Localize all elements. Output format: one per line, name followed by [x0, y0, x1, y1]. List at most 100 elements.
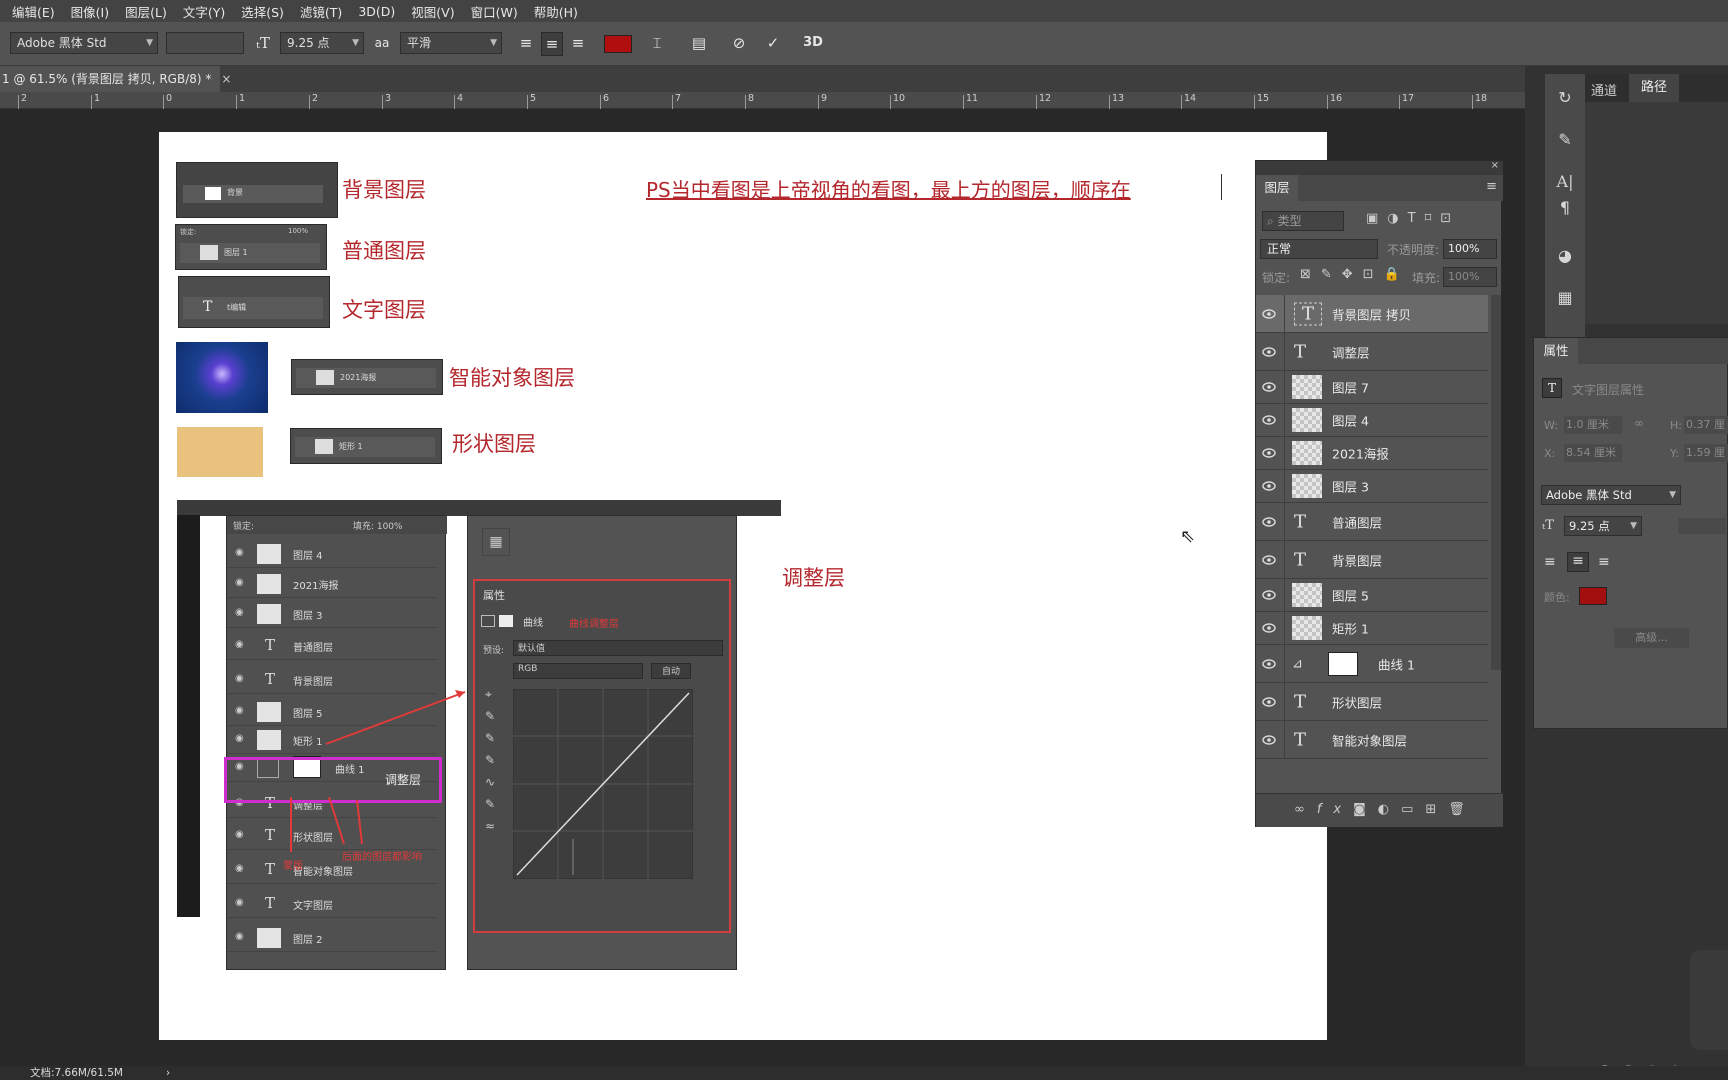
opacity-input[interactable]: 100% [1443, 239, 1497, 259]
document-tab[interactable]: 1 @ 61.5% (背景图层 拷贝, RGB/8) * × [0, 66, 231, 92]
fx-button[interactable]: fx [1317, 802, 1353, 817]
commit-icon[interactable]: ✓ [762, 32, 784, 54]
new-layer-icon[interactable]: ⊞ [1425, 802, 1448, 817]
mask-thumb[interactable] [1328, 651, 1358, 676]
h-input[interactable]: 0.37 厘 [1684, 416, 1728, 434]
shape-layer-thumb [1292, 616, 1322, 640]
menu-select[interactable]: 选择(S) [233, 2, 292, 21]
eye-icon[interactable] [1262, 623, 1276, 633]
y-input[interactable]: 1.59 厘 [1684, 444, 1728, 462]
font-style-select[interactable] [166, 32, 244, 54]
eye-icon[interactable] [1262, 696, 1276, 707]
cancel-icon[interactable]: ⊘ [728, 32, 750, 54]
layer-row[interactable]: T 背景图层 [1256, 541, 1488, 579]
layer-row[interactable]: T 智能对象图层 [1256, 721, 1488, 759]
eye-icon[interactable] [1262, 308, 1276, 319]
character-icon[interactable]: A| [1545, 172, 1585, 191]
3d-button[interactable]: 3D [800, 32, 826, 54]
w-input[interactable]: 1.0 厘米 [1564, 416, 1622, 434]
align-left-icon[interactable]: ≡ [516, 32, 536, 54]
layer-filter-select[interactable]: ⌕ 类型 [1262, 211, 1344, 231]
blend-mode-select[interactable]: 正常 [1260, 239, 1378, 259]
menu-window[interactable]: 窗口(W) [463, 2, 526, 21]
link-icon[interactable]: ∞ [1634, 416, 1644, 430]
close-icon[interactable]: × [1491, 160, 1499, 171]
link-icon[interactable]: ∞ [1294, 802, 1317, 817]
eye-icon[interactable] [1262, 516, 1276, 527]
eye-icon[interactable] [1262, 346, 1276, 357]
eye-icon[interactable] [1262, 554, 1276, 565]
layer-row[interactable]: ⊿ 曲线 1 [1256, 645, 1488, 683]
font-size-icon: ₜT [256, 34, 270, 52]
fill-input[interactable]: 100% [1443, 267, 1497, 287]
eye-icon[interactable] [1262, 481, 1276, 491]
status-arrow-icon[interactable]: › [166, 1066, 170, 1080]
layer-row[interactable]: 图层 5 [1256, 579, 1488, 612]
paragraph-icon[interactable]: ¶ [1545, 198, 1585, 217]
layer-row[interactable]: 图层 7 [1256, 371, 1488, 404]
trash-icon[interactable]: 🗑 [1448, 802, 1477, 817]
props-color-swatch[interactable] [1579, 587, 1607, 605]
props-size-select[interactable]: 9.25 点 ▼ [1564, 516, 1642, 536]
props-tracking-input[interactable] [1678, 518, 1726, 534]
menu-view[interactable]: 视图(V) [403, 2, 462, 21]
layer-filter-icons[interactable]: ▣◑T⌑⊡ [1366, 211, 1460, 226]
color-palette-icon[interactable]: ◕ [1545, 246, 1585, 265]
layer-row[interactable]: T 背景图层 拷贝 [1256, 295, 1488, 333]
character-panel-icon[interactable]: ▤ [688, 32, 710, 54]
brush-settings-icon[interactable]: ✎ [1545, 130, 1585, 149]
eye-icon[interactable] [1262, 734, 1276, 745]
align-center-icon[interactable]: ≡ [1567, 552, 1589, 572]
menu-help[interactable]: 帮助(H) [526, 2, 586, 21]
layer-row[interactable]: 图层 3 [1256, 470, 1488, 503]
align-right-icon[interactable]: ≡ [568, 32, 588, 54]
menu-edit[interactable]: 编辑(E) [4, 2, 63, 21]
history-icon[interactable]: ↻ [1545, 88, 1585, 107]
folder-icon[interactable]: ▭ [1401, 802, 1425, 817]
document-canvas[interactable]: 背景 背景图层 锁定: 100% 图层 1 普通图层 T t编辑 文字图层 20… [159, 132, 1327, 1040]
font-size-select[interactable]: 9.25 点 ▼ [280, 32, 364, 54]
ruler-label: 2 [21, 93, 28, 104]
layer-row[interactable]: 2021海报 [1256, 437, 1488, 470]
advanced-button[interactable]: 高级... [1614, 628, 1689, 648]
eye-icon[interactable] [1262, 415, 1276, 425]
panel-menu-icon[interactable]: ≡ [1486, 179, 1497, 194]
x-input[interactable]: 8.54 厘米 [1564, 444, 1622, 462]
layers-scrollbar[interactable] [1491, 295, 1501, 670]
eye-icon[interactable] [1262, 658, 1276, 669]
menu-filter[interactable]: 滤镜(T) [292, 2, 350, 21]
align-right-icon[interactable]: ≡ [1598, 554, 1610, 570]
lock-icons[interactable]: ⊠✎✥⊡🔒 [1300, 267, 1410, 282]
font-family-select[interactable]: Adobe 黑体 Std ▼ [10, 32, 158, 54]
menu-image[interactable]: 图像(I) [63, 2, 117, 21]
tab-properties[interactable]: 属性 [1534, 338, 1578, 364]
eye-icon[interactable] [1262, 448, 1276, 458]
menu-layer[interactable]: 图层(L) [117, 2, 175, 21]
layer-row[interactable]: 矩形 1 [1256, 612, 1488, 645]
eye-icon[interactable] [1262, 382, 1276, 392]
add-mask-icon[interactable]: ◙ [1353, 802, 1378, 817]
align-center-icon[interactable]: ≡ [541, 32, 563, 56]
warp-text-icon[interactable]: ⌶ [646, 32, 668, 54]
layer-row[interactable]: T 调整层 [1256, 333, 1488, 371]
antialias-select[interactable]: 平滑 ▼ [400, 32, 502, 54]
eye-icon[interactable] [1262, 590, 1276, 600]
layer-row[interactable]: T 普通图层 [1256, 503, 1488, 541]
menu-3d[interactable]: 3D(D) [350, 4, 403, 19]
layer-row[interactable]: 图层 4 [1256, 404, 1488, 437]
props-font-select[interactable]: Adobe 黑体 Std ▼ [1541, 485, 1681, 505]
tab-layers[interactable]: 图层 [1256, 175, 1298, 201]
tab-paths[interactable]: 路径 [1629, 74, 1679, 102]
layer-row[interactable]: T 形状图层 [1256, 683, 1488, 721]
adjustment-icon[interactable]: ◐ [1378, 802, 1401, 817]
close-icon[interactable]: × [221, 72, 231, 86]
align-left-icon[interactable]: ≡ [1544, 554, 1556, 570]
swatches-grid-icon[interactable]: ▦ [1545, 288, 1585, 307]
antialias-value: 平滑 [407, 36, 432, 50]
horizontal-ruler[interactable]: 2 1 0 1 2 3 4 5 6 7 8 9 10 11 12 13 14 15 16 17 18 [0, 92, 1525, 109]
layers-panel: × 图层 ≡ ⌕ 类型 ▣◑T⌑⊡ 正常 不透明度: 100% 锁定: ⊠✎✥⊡… [1255, 160, 1503, 827]
menu-type[interactable]: 文字(Y) [175, 2, 233, 21]
text-color-swatch[interactable] [604, 35, 632, 53]
curves-icon: ⊿ [1292, 656, 1303, 671]
tab-channels[interactable]: 通道 [1591, 80, 1617, 99]
